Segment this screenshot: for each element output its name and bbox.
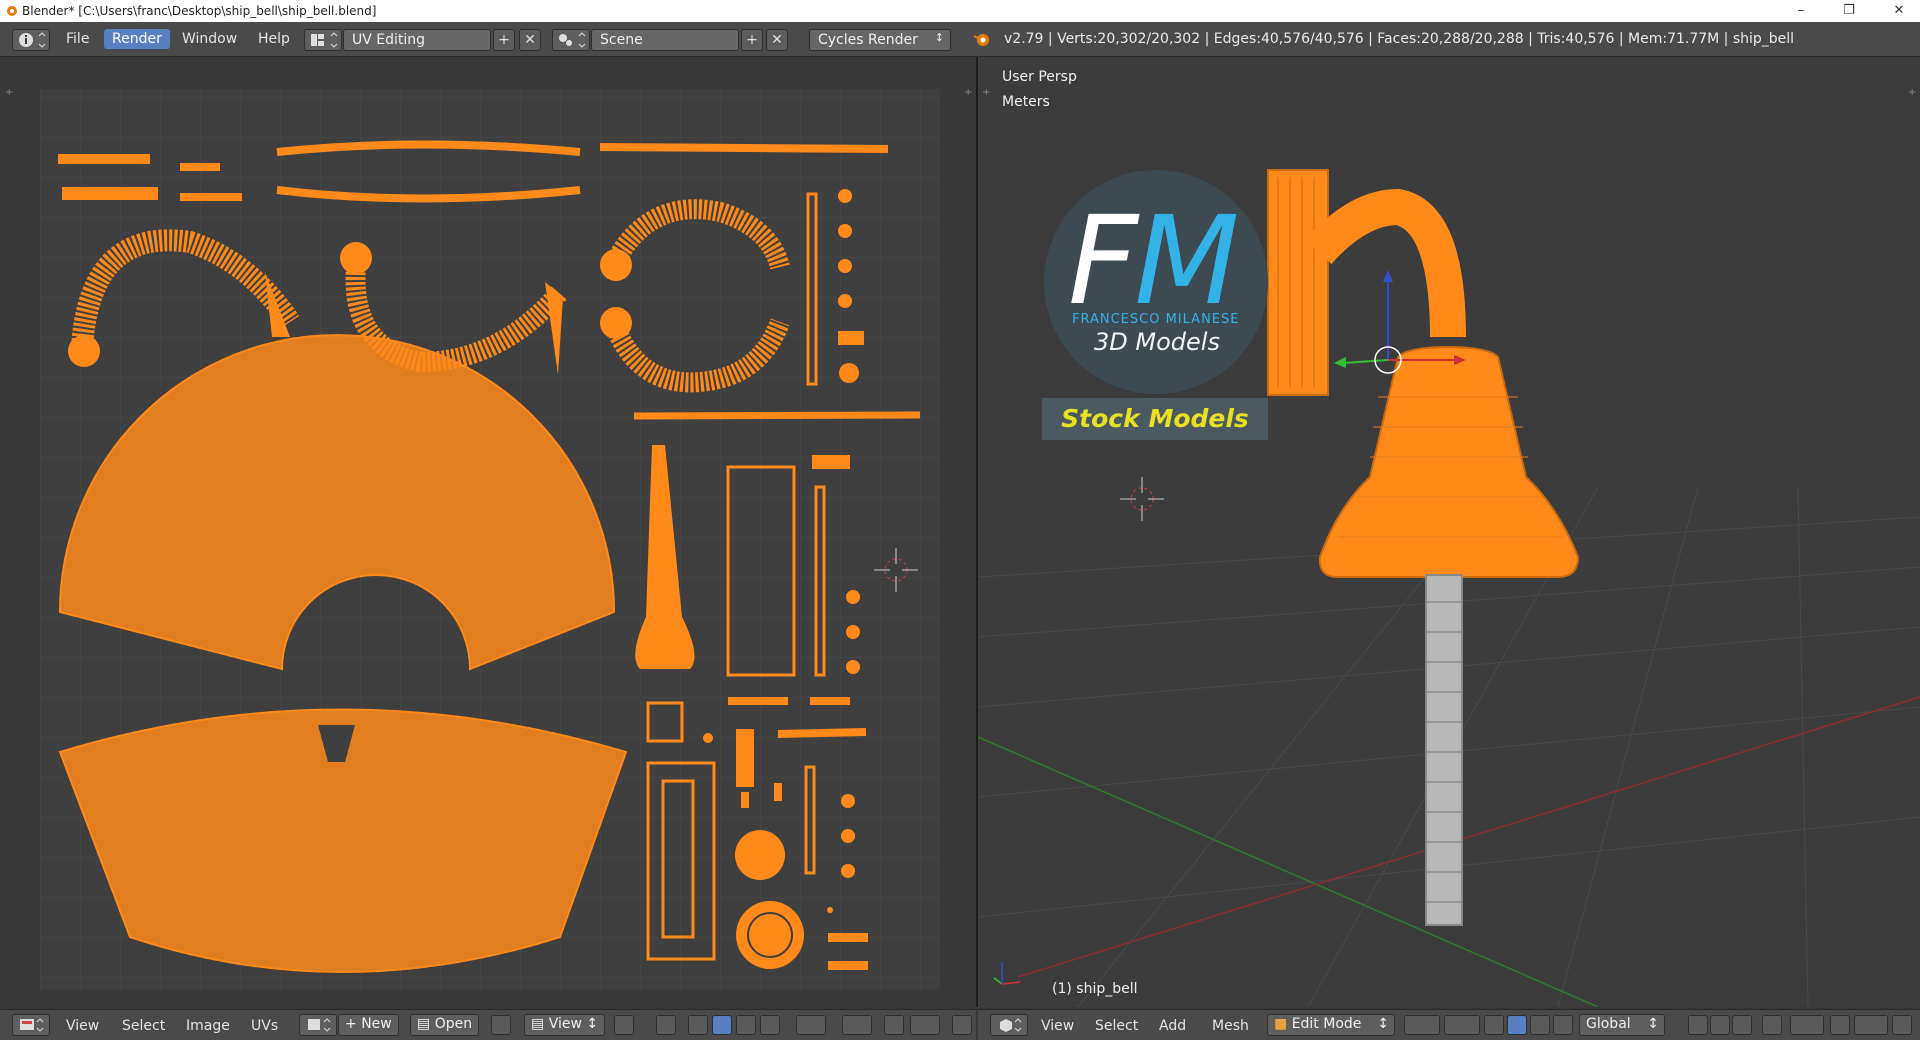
uv-editor-header: View Select Image UVs + New ▤ Open ▤ Vie…: [0, 1009, 976, 1040]
chevron-updown-icon: ↕: [1647, 1016, 1659, 1032]
viewport-header: View Select Add Mesh ■ Edit Mode ↕ Global…: [978, 1009, 1920, 1040]
proportional-editing-icon[interactable]: [1790, 1015, 1824, 1035]
toolshelf-toggle-icon[interactable]: +: [982, 87, 990, 98]
minimize-icon[interactable]: –: [1786, 2, 1816, 20]
vertex-select-mode-icon[interactable]: [1688, 1015, 1708, 1035]
render-slot-icon[interactable]: [952, 1015, 972, 1035]
new-image-label: New: [361, 1016, 392, 1032]
sticky-select-icon[interactable]: [796, 1015, 826, 1035]
close-icon[interactable]: ✕: [1884, 2, 1914, 20]
edge-select-mode-icon[interactable]: [1710, 1015, 1730, 1035]
menu-file[interactable]: File: [66, 31, 89, 47]
image-browse-button[interactable]: [299, 1014, 337, 1036]
logo-author-name: FRANCESCO MILANESE: [1072, 312, 1240, 327]
face-select-icon[interactable]: [736, 1015, 756, 1035]
manipulator-toggle-icon[interactable]: [1484, 1015, 1504, 1035]
remove-scene-icon[interactable]: ✕: [766, 29, 788, 51]
pin-icon[interactable]: [491, 1015, 511, 1035]
open-image-button[interactable]: ▤ Open: [410, 1014, 480, 1036]
view-mode-select[interactable]: ▤ View ↕: [524, 1014, 606, 1036]
viewport-menu-add[interactable]: Add: [1159, 1018, 1186, 1034]
restore-icon[interactable]: ❐: [1834, 2, 1864, 20]
uv-menu-image[interactable]: Image: [186, 1018, 230, 1034]
viewport-menu-view[interactable]: View: [1041, 1018, 1074, 1034]
pivot-point-icon[interactable]: [1444, 1015, 1480, 1035]
scene-selector[interactable]: [552, 29, 590, 51]
snap-target-icon[interactable]: [910, 1015, 940, 1035]
snapping-icon[interactable]: [1830, 1015, 1850, 1035]
info-icon: [19, 32, 46, 48]
logo-stock-models: Stock Models: [1042, 398, 1268, 440]
layout-icon: [311, 32, 338, 48]
sidebar-toggle-icon[interactable]: +: [1908, 87, 1916, 98]
image-editor-icon: [20, 1018, 44, 1032]
viewport-menu-mesh[interactable]: Mesh: [1212, 1018, 1249, 1034]
sync-selection-icon[interactable]: [656, 1015, 676, 1035]
uv-canvas[interactable]: + +: [0, 57, 976, 1007]
uv-menu-view[interactable]: View: [66, 1018, 99, 1034]
uv-editor-area[interactable]: + +: [0, 57, 976, 1007]
units-label: Meters: [1002, 94, 1050, 110]
add-screen-icon[interactable]: +: [493, 29, 515, 51]
render-engine-select[interactable]: Cycles Render ↕: [809, 29, 951, 51]
scene-icon: [559, 32, 586, 48]
transform-orientation-select[interactable]: Global ↕: [1579, 1014, 1665, 1036]
3d-view-icon: [1000, 1018, 1022, 1032]
edge-select-icon[interactable]: [712, 1015, 732, 1035]
logo-fm: FM: [1068, 190, 1239, 332]
folder-icon: ▤: [417, 1016, 435, 1032]
remove-screen-icon[interactable]: ✕: [519, 29, 541, 51]
render-engine-label: Cycles Render: [818, 32, 918, 48]
view-name-label: User Persp: [1002, 69, 1077, 85]
blender-icon: [7, 6, 17, 16]
scene-field[interactable]: Scene: [591, 29, 739, 51]
new-image-button[interactable]: + New: [338, 1014, 399, 1036]
uv-editor-type-button[interactable]: [12, 1014, 50, 1036]
screen-layout-selector[interactable]: [304, 29, 342, 51]
editor-type-button[interactable]: [12, 29, 50, 51]
island-select-icon[interactable]: [760, 1015, 780, 1035]
add-scene-icon[interactable]: +: [741, 29, 763, 51]
transform-orientation-label: Global: [1586, 1016, 1631, 1032]
toolshelf-toggle-icon[interactable]: +: [5, 87, 13, 98]
menu-window[interactable]: Window: [182, 31, 237, 47]
menu-help[interactable]: Help: [258, 31, 290, 47]
pivot-icon[interactable]: [614, 1015, 634, 1035]
sidebar-toggle-icon[interactable]: +: [964, 87, 972, 98]
open-image-label: Open: [434, 1016, 473, 1032]
menu-render[interactable]: Render: [104, 29, 170, 49]
face-select-mode-icon[interactable]: [1732, 1015, 1752, 1035]
edit-mode-icon: ■: [1274, 1016, 1292, 1032]
snap-element-icon[interactable]: [1854, 1015, 1888, 1035]
vertex-select-icon[interactable]: [688, 1015, 708, 1035]
viewport-menu-select[interactable]: Select: [1095, 1018, 1138, 1034]
layers-icon[interactable]: [1892, 1015, 1912, 1035]
active-object-label: (1) ship_bell: [1052, 981, 1138, 997]
occlude-geometry-icon[interactable]: [1762, 1015, 1782, 1035]
plus-icon: +: [345, 1016, 362, 1032]
scale-manipulator-icon[interactable]: [1553, 1015, 1573, 1035]
chevron-updown-icon: ↕: [1377, 1016, 1389, 1032]
uv-menu-select[interactable]: Select: [122, 1018, 165, 1034]
view-mode-icon: ▤: [531, 1016, 549, 1032]
logo-3d-models: 3D Models: [1094, 328, 1220, 356]
translate-manipulator-icon[interactable]: [1507, 1015, 1527, 1035]
rotate-manipulator-icon[interactable]: [1530, 1015, 1550, 1035]
window-title: Blender* [C:\Users\franc\Desktop\ship_be…: [22, 4, 377, 18]
interaction-mode-select[interactable]: ■ Edit Mode ↕: [1267, 1014, 1395, 1036]
interaction-mode-label: Edit Mode: [1291, 1016, 1362, 1032]
viewport-shading-icon[interactable]: [1404, 1015, 1440, 1035]
info-header: File Render Window Help UV Editing + ✕ S…: [0, 22, 1920, 57]
uv-menu-uvs[interactable]: UVs: [251, 1018, 278, 1034]
blender-logo-icon: [973, 34, 989, 46]
screen-layout-field[interactable]: UV Editing: [343, 29, 491, 51]
proportional-edit-icon[interactable]: [842, 1015, 872, 1035]
view-mode-label: View: [548, 1016, 582, 1032]
chevron-updown-icon: ↕: [934, 31, 944, 44]
snap-icon[interactable]: [884, 1015, 904, 1035]
window-titlebar: Blender* [C:\Users\franc\Desktop\ship_be…: [0, 0, 1920, 22]
scene-statistics: v2.79 | Verts:20,302/20,302 | Edges:40,5…: [1004, 31, 1795, 47]
viewport-editor-type-button[interactable]: [990, 1014, 1028, 1036]
image-browse-icon: [308, 1018, 331, 1032]
